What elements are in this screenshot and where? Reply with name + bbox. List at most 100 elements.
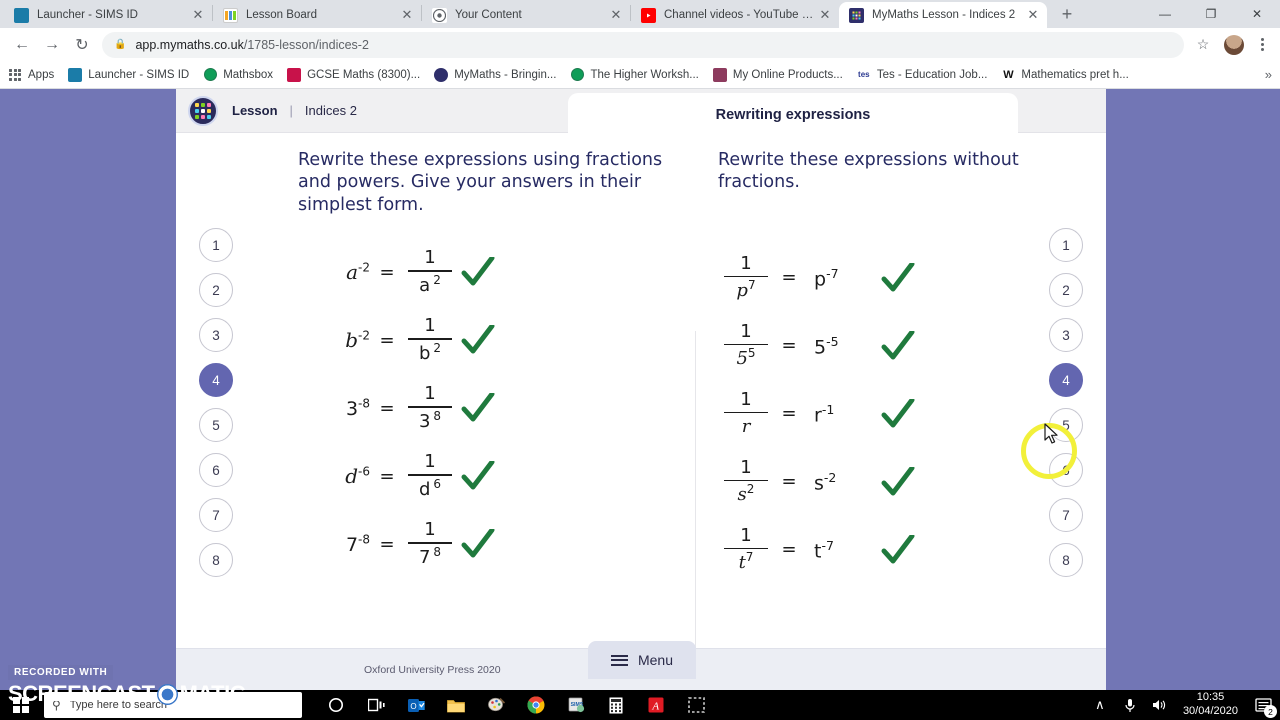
task-view-icon[interactable] xyxy=(356,690,396,720)
page-nav-right-2[interactable]: 2 xyxy=(1049,273,1083,307)
lhs-base: a xyxy=(346,260,359,285)
page-nav-left-8[interactable]: 8 xyxy=(199,543,233,577)
close-icon[interactable]: ✕ xyxy=(190,7,206,23)
notification-center-button[interactable]: 2 xyxy=(1246,690,1280,720)
answer-base: s xyxy=(814,471,824,494)
tes-icon: tes xyxy=(858,70,870,79)
close-icon[interactable]: ✕ xyxy=(608,7,624,23)
slide-content: Rewrite these expressions using fraction… xyxy=(256,133,1026,681)
numerator: 1 xyxy=(424,315,436,337)
close-icon[interactable]: ✕ xyxy=(1025,7,1041,23)
page-nav-left-5[interactable]: 5 xyxy=(199,408,233,442)
page-nav-left-4[interactable]: 4 xyxy=(199,363,233,397)
file-explorer-icon[interactable] xyxy=(436,690,476,720)
close-icon[interactable]: ✕ xyxy=(399,7,415,23)
page-nav-left-3[interactable]: 3 xyxy=(199,318,233,352)
notification-badge: 2 xyxy=(1264,705,1277,718)
products-icon xyxy=(712,67,727,82)
bookmark-higher-workshop[interactable]: The Higher Worksh... xyxy=(570,68,699,82)
browser-tab-launcher-sims-id[interactable]: Launcher - SIMS ID ✕ xyxy=(4,2,212,28)
hamburger-icon xyxy=(610,654,628,666)
w-icon: W xyxy=(1003,68,1014,81)
minimize-button[interactable]: — xyxy=(1142,0,1188,28)
bookmark-tes-education-jobs[interactable]: tes Tes - Education Job... xyxy=(857,68,987,82)
forward-icon[interactable]: → xyxy=(38,31,66,59)
page-nav-right-8[interactable]: 8 xyxy=(1049,543,1083,577)
page-nav-left-7[interactable]: 7 xyxy=(199,498,233,532)
lhs-base: b xyxy=(345,328,359,353)
volume-icon[interactable] xyxy=(1145,690,1175,720)
equals-sign: = xyxy=(379,329,395,351)
den-base: d xyxy=(418,478,431,500)
numerator: 1 xyxy=(424,519,436,541)
close-icon[interactable]: ✕ xyxy=(817,7,833,23)
lhs-base: d xyxy=(345,464,359,489)
apps-grid-icon xyxy=(8,68,22,82)
snip-icon[interactable] xyxy=(676,690,716,720)
left-equations: a-2 = 1 a2 b-2 = 1 b 2 3-8 = 1 3 8 d-6 =… xyxy=(298,238,688,578)
den-exponent: 8 xyxy=(433,408,442,423)
window-close-button[interactable]: ✕ xyxy=(1234,0,1280,28)
fraction: 1 38 xyxy=(402,384,458,431)
bookmark-label: Apps xyxy=(28,68,55,81)
bookmark-mymaths[interactable]: MyMaths - Bringin... xyxy=(434,67,556,82)
maximize-button[interactable]: ❐ xyxy=(1188,0,1234,28)
cortana-icon[interactable] xyxy=(316,690,356,720)
fraction: 1 78 xyxy=(402,519,458,568)
your-content-favicon xyxy=(432,7,447,23)
den-base: s xyxy=(737,484,747,506)
tray-chevron-icon[interactable]: ∧ xyxy=(1085,690,1115,720)
page-nav-left-1[interactable]: 1 xyxy=(199,228,233,262)
page-nav-right-4[interactable]: 4 xyxy=(1049,363,1083,397)
page-nav-right-1[interactable]: 1 xyxy=(1049,228,1083,262)
menu-button[interactable]: Menu xyxy=(588,641,696,679)
taskbar-icons: O SIMS A xyxy=(316,690,716,720)
den-exponent: 6 xyxy=(433,476,442,491)
new-tab-button[interactable]: + xyxy=(1053,0,1081,28)
page-nav-right-3[interactable]: 3 xyxy=(1049,318,1083,352)
bookmark-launcher-sims-id[interactable]: Launcher - SIMS ID xyxy=(68,67,189,82)
browser-tab-youtube-studio[interactable]: Channel videos - YouTube Stu ✕ xyxy=(631,2,839,28)
bookmarks-overflow-icon[interactable]: » xyxy=(1265,67,1272,82)
back-icon[interactable]: ← xyxy=(8,31,36,59)
fraction-bar xyxy=(408,269,452,272)
reload-icon[interactable]: ↻ xyxy=(68,31,96,59)
browser-tab-mymaths-lesson[interactable]: MyMaths Lesson - Indices 2 ✕ xyxy=(839,2,1047,28)
bookmark-apps[interactable]: Apps xyxy=(8,68,54,82)
avatar[interactable] xyxy=(1224,34,1244,55)
chrome-icon[interactable] xyxy=(516,690,556,720)
calculator-icon[interactable] xyxy=(596,690,636,720)
denominator: r xyxy=(742,415,751,437)
chrome-menu-icon[interactable] xyxy=(1252,38,1272,51)
equation-lhs: d-6 xyxy=(298,464,372,488)
bookmark-mathematics-pret[interactable]: W Mathematics pret h... xyxy=(1001,68,1129,82)
page-nav-left-6[interactable]: 6 xyxy=(199,453,233,487)
bookmark-my-online-products[interactable]: My Online Products... xyxy=(712,67,843,82)
numerator: 1 xyxy=(740,252,752,274)
column-divider xyxy=(695,331,696,681)
bookmark-mathsbox[interactable]: Mathsbox xyxy=(203,68,273,82)
lhs-exponent: -2 xyxy=(358,328,370,343)
numerator: 1 xyxy=(424,247,436,269)
bookmark-star-icon[interactable]: ☆ xyxy=(1190,32,1216,58)
slide-title: Rewriting expressions xyxy=(715,107,871,123)
den-base: r xyxy=(741,416,751,438)
browser-tab-lesson-board[interactable]: Lesson Board ✕ xyxy=(213,2,421,28)
denominator: 78 xyxy=(419,545,441,568)
paint-icon[interactable] xyxy=(476,690,516,720)
svg-text:A: A xyxy=(651,700,659,712)
address-bar[interactable]: 🔒 app.mymaths.co.uk/1785-lesson/indices-… xyxy=(102,31,1184,58)
bookmark-gcse-maths[interactable]: GCSE Maths (8300)... xyxy=(287,67,421,82)
mic-icon[interactable] xyxy=(1115,690,1145,720)
acrobat-icon[interactable]: A xyxy=(636,690,676,720)
sims-icon[interactable]: SIMS xyxy=(556,690,596,720)
browser-tab-your-content[interactable]: Your Content ✕ xyxy=(422,2,630,28)
taskbar-clock[interactable]: 10:35 30/04/2020 xyxy=(1175,691,1246,719)
bookmarks-bar: Apps Launcher - SIMS ID Mathsbox GCSE Ma… xyxy=(0,61,1280,89)
bookmark-label: GCSE Maths (8300)... xyxy=(307,68,421,81)
page-nav-right-7[interactable]: 7 xyxy=(1049,498,1083,532)
outlook-icon[interactable]: O xyxy=(396,690,436,720)
left-prompt: Rewrite these expressions using fraction… xyxy=(298,150,663,215)
answer-exponent: -2 xyxy=(823,469,837,485)
page-nav-left-2[interactable]: 2 xyxy=(199,273,233,307)
